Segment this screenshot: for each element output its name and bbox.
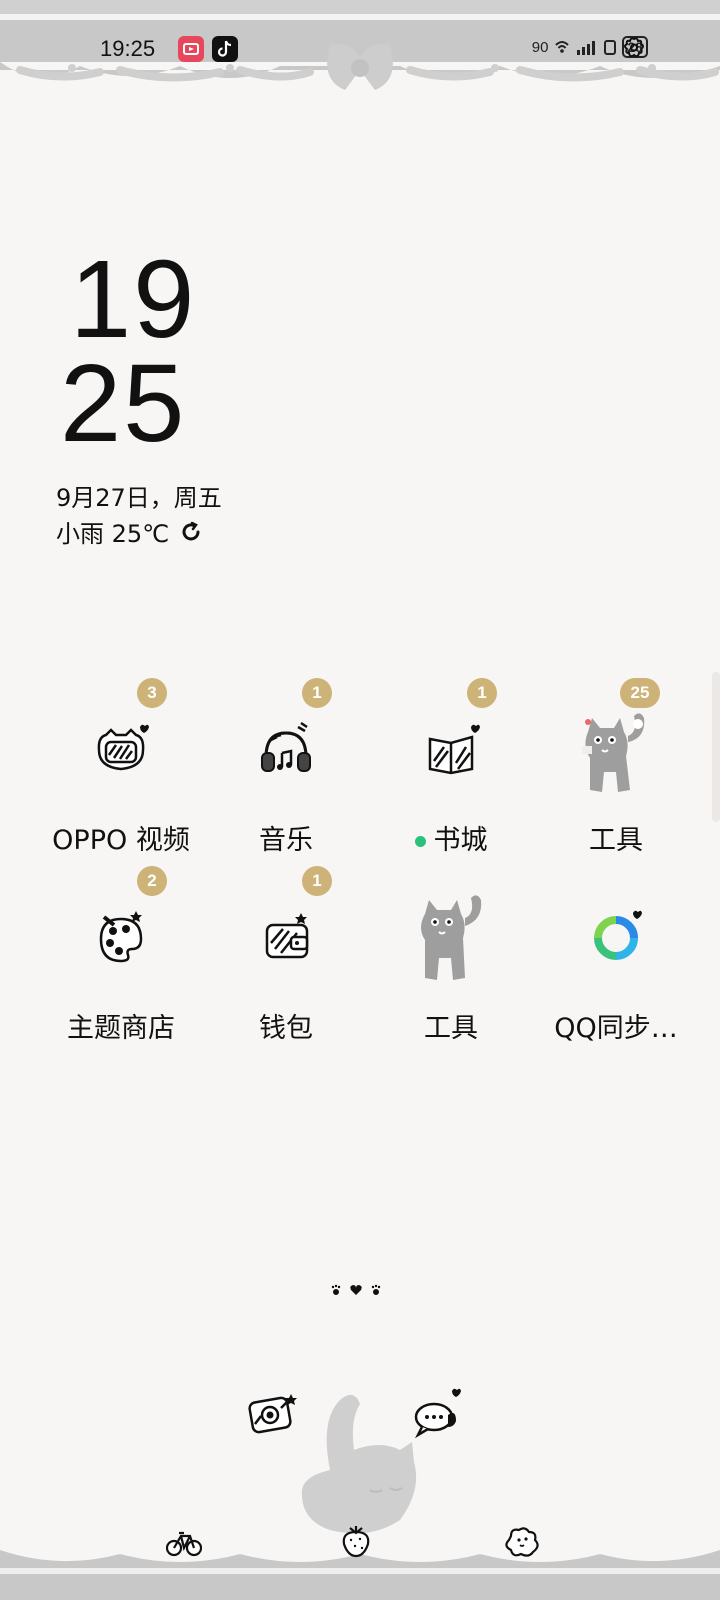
network-speed: 90 <box>531 38 549 56</box>
app-label: 工具 <box>424 1013 478 1044</box>
app-theme-store[interactable]: 2 主题商店 <box>36 866 206 1058</box>
dock-camera[interactable] <box>245 1388 305 1442</box>
app-label-with-dot: 书城 <box>414 818 488 857</box>
notification-badge: 1 <box>302 678 332 708</box>
folder-tools-1[interactable]: 25 工具 <box>531 678 701 870</box>
settings-flower-icon[interactable] <box>622 36 646 60</box>
cat-folder-icon <box>401 888 501 988</box>
weather-text: 小雨 25℃ <box>56 520 170 548</box>
message-bubble-icon <box>414 1388 461 1439</box>
notification-badge: 2 <box>137 866 167 896</box>
heart-dot-icon <box>350 1285 362 1295</box>
strawberry-icon[interactable] <box>340 1524 372 1558</box>
app-music[interactable]: 1 音乐 <box>201 678 371 870</box>
signal-icon <box>577 41 596 55</box>
headphones-icon <box>236 700 336 800</box>
page-indicator[interactable] <box>326 1280 386 1300</box>
weather-row[interactable]: 小雨 25℃ <box>56 514 203 549</box>
tv-icon <box>71 700 171 800</box>
app-label-text: 书城 <box>433 825 488 856</box>
app-label: 音乐 <box>259 825 313 856</box>
notification-badge: 1 <box>467 678 497 708</box>
sim-icon <box>604 40 617 55</box>
notification-badge: 1 <box>302 866 332 896</box>
edge-panel-handle[interactable] <box>712 672 720 822</box>
qq-sync-icon <box>566 888 666 988</box>
refresh-icon[interactable] <box>179 520 203 544</box>
app-bookstore[interactable]: 1 书城 <box>366 678 536 870</box>
app-label: 工具 <box>589 825 643 856</box>
clock-hour: 19 <box>70 238 197 361</box>
wallet-icon <box>236 888 336 988</box>
wifi-icon <box>555 41 570 53</box>
app-label: QQ同步… <box>554 1013 678 1044</box>
paw-dot-icon <box>371 1284 381 1295</box>
status-bar: 19:25 90 28 <box>0 28 720 68</box>
new-install-dot <box>414 836 426 847</box>
clock-widget[interactable]: 19 25 <box>60 238 240 465</box>
video-app-icon <box>178 36 204 62</box>
cat-folder-icon <box>566 700 666 800</box>
app-label: OPPO 视频 <box>52 825 190 856</box>
tiktok-icon <box>212 36 238 62</box>
status-time: 19:25 <box>100 36 156 61</box>
app-oppo-video[interactable]: 3 OPPO 视频 <box>36 678 206 870</box>
app-wallet[interactable]: 1 钱包 <box>201 866 371 1058</box>
app-label: 主题商店 <box>67 1013 175 1044</box>
app-qq-sync[interactable]: QQ同步… <box>531 888 701 1058</box>
notification-badge: 3 <box>137 678 167 708</box>
app-label: 钱包 <box>259 1013 313 1044</box>
dock-messages[interactable] <box>410 1385 470 1449</box>
notification-badge: 25 <box>620 678 660 708</box>
bicycle-icon[interactable] <box>166 1528 202 1558</box>
paw-dot-icon <box>331 1284 341 1295</box>
date-text: 9月27日，周五 <box>56 484 222 512</box>
cookie-icon[interactable] <box>503 1526 541 1558</box>
clock-minute: 25 <box>60 342 187 465</box>
folder-tools-2[interactable]: 工具 <box>366 888 536 1058</box>
palette-icon <box>71 888 171 988</box>
book-icon <box>401 700 501 800</box>
camera-icon <box>248 1394 297 1434</box>
